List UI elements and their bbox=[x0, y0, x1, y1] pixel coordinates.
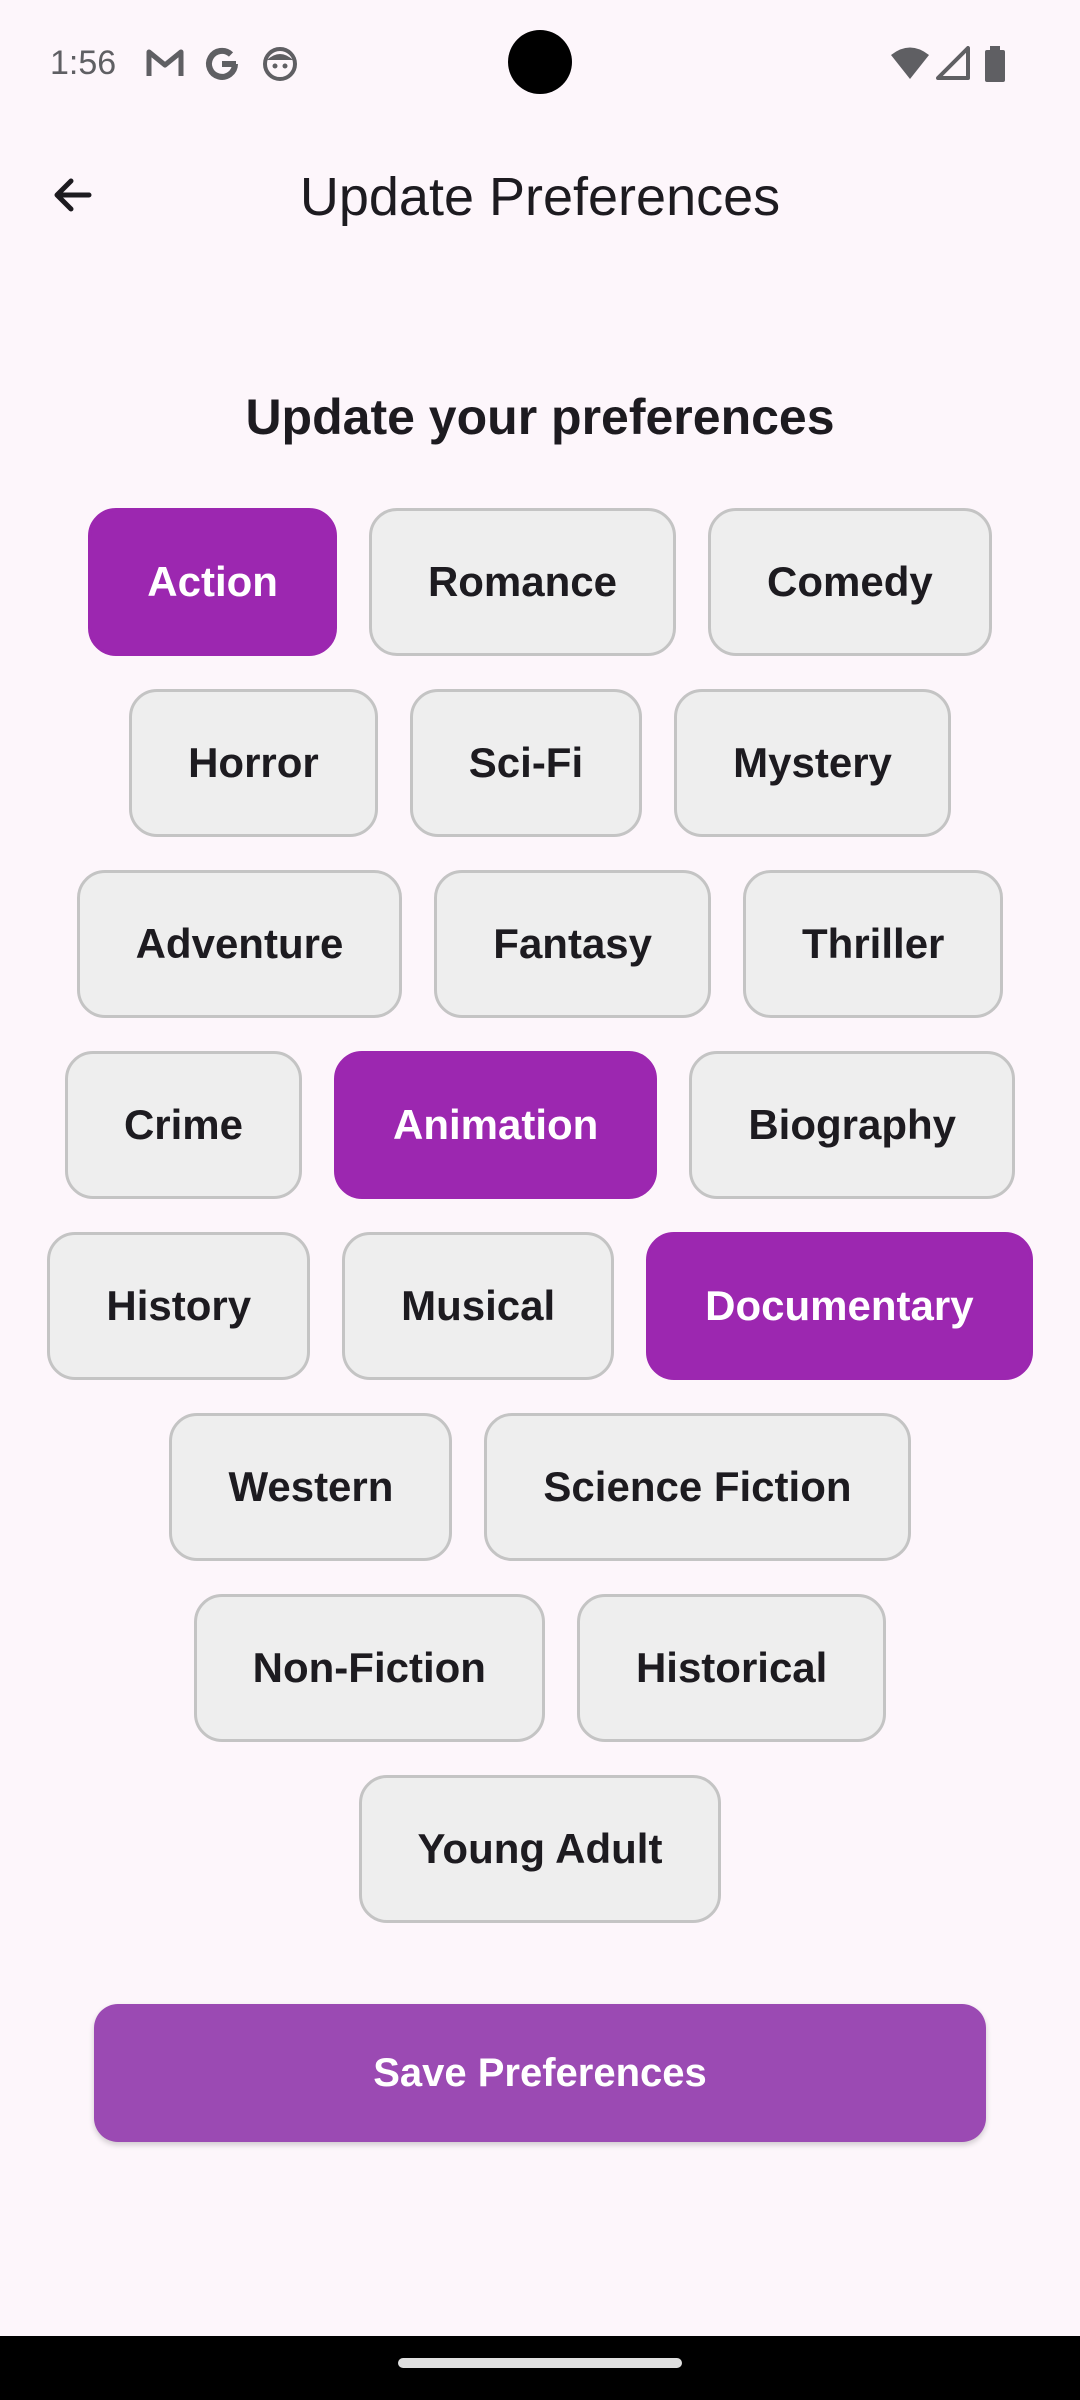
wifi-icon bbox=[890, 46, 930, 85]
genre-chip-action[interactable]: Action bbox=[88, 508, 337, 656]
genre-chip-non-fiction[interactable]: Non-Fiction bbox=[193, 1594, 545, 1742]
genre-chip-science-fiction[interactable]: Science Fiction bbox=[484, 1413, 911, 1561]
genre-chip-history[interactable]: History bbox=[47, 1232, 311, 1380]
chip-row: Crime Animation Biography bbox=[0, 1051, 1080, 1199]
chip-row: Adventure Fantasy Thriller bbox=[0, 870, 1080, 1018]
front-camera bbox=[508, 30, 572, 94]
google-icon bbox=[204, 46, 240, 87]
genre-chip-fantasy[interactable]: Fantasy bbox=[434, 870, 712, 1018]
page-title: Update Preferences bbox=[299, 167, 781, 227]
genre-chip-adventure[interactable]: Adventure bbox=[76, 870, 403, 1018]
battery-icon bbox=[984, 46, 1006, 87]
signal-icon bbox=[936, 46, 970, 85]
chip-row: Non-Fiction Historical bbox=[0, 1594, 1080, 1742]
genre-chip-animation[interactable]: Animation bbox=[334, 1051, 658, 1199]
chip-row: Young Adult bbox=[0, 1775, 1080, 1923]
chip-row: Action Romance Comedy bbox=[0, 508, 1080, 656]
section-heading: Update your preferences bbox=[245, 389, 835, 445]
genre-chip-western[interactable]: Western bbox=[169, 1413, 453, 1561]
genre-chip-musical[interactable]: Musical bbox=[342, 1232, 615, 1380]
chip-row: Western Science Fiction bbox=[0, 1413, 1080, 1561]
genre-chip-thriller[interactable]: Thriller bbox=[743, 870, 1004, 1018]
genre-chip-young-adult[interactable]: Young Adult bbox=[358, 1775, 722, 1923]
genre-chip-biography[interactable]: Biography bbox=[689, 1051, 1016, 1199]
genre-chip-historical[interactable]: Historical bbox=[576, 1594, 887, 1742]
gmail-icon bbox=[146, 46, 184, 85]
genre-chip-documentary[interactable]: Documentary bbox=[646, 1232, 1033, 1380]
genre-chip-horror[interactable]: Horror bbox=[129, 689, 378, 837]
genre-chip-crime[interactable]: Crime bbox=[64, 1051, 303, 1199]
status-time: 1:56 bbox=[50, 44, 117, 82]
home-gesture-handle[interactable] bbox=[398, 2358, 682, 2368]
genre-chip-comedy[interactable]: Comedy bbox=[708, 508, 992, 656]
face-icon bbox=[262, 46, 298, 87]
genre-chip-mystery[interactable]: Mystery bbox=[674, 689, 951, 837]
status-bar: 1:56 bbox=[0, 0, 1080, 130]
chip-row: History Musical Documentary bbox=[0, 1232, 1080, 1380]
navigation-bar bbox=[0, 2336, 1080, 2400]
genre-chip-sci-fi[interactable]: Sci-Fi bbox=[409, 689, 643, 837]
genre-chip-romance[interactable]: Romance bbox=[368, 508, 676, 656]
chip-row: Horror Sci-Fi Mystery bbox=[0, 689, 1080, 837]
save-preferences-button[interactable]: Save Preferences bbox=[94, 2004, 986, 2142]
